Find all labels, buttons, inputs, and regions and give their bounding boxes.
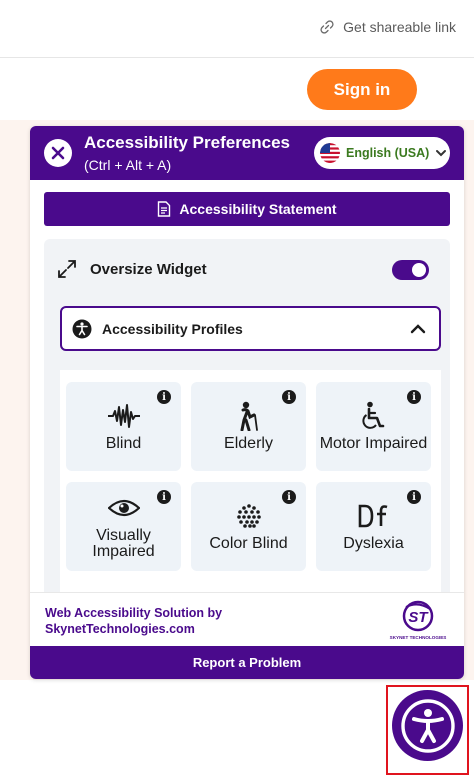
elderly-person-icon [232,401,266,431]
close-icon [51,146,65,160]
info-icon[interactable]: i [282,490,296,504]
brand-line-2: SkynetTechnologies.com [45,622,195,636]
profile-card-visually-impaired[interactable]: Visually Impaired i [66,482,181,571]
link-icon [320,20,334,34]
us-flag-icon [320,143,340,163]
chevron-down-icon [436,150,447,157]
widget-header: Accessibility Preferences (Ctrl + Alt + … [30,126,464,180]
language-label: English (USA) [346,146,430,160]
info-icon[interactable]: i [157,390,171,404]
accessibility-profiles-accordion[interactable]: Accessibility Profiles [60,306,441,351]
color-dots-icon [232,502,266,530]
profile-label: Visually Impaired [92,526,155,560]
brand-footer: Web Accessibility Solution by SkynetTech… [30,592,464,646]
profile-label: Color Blind [209,534,288,552]
oversize-widget-toggle[interactable] [392,260,429,280]
statement-label: Accessibility Statement [179,201,337,217]
wheelchair-icon [357,401,391,430]
profile-card-blind[interactable]: Blind i [66,382,181,471]
waveform-icon [107,402,141,430]
document-icon [158,201,171,217]
profile-label: Elderly [224,434,273,452]
sign-in-button[interactable]: Sign in [307,69,417,110]
share-link-label: Get shareable link [343,19,456,35]
oversize-widget-row: Oversize Widget [56,258,207,280]
share-link[interactable]: Get shareable link [319,19,456,35]
widget-title: Accessibility Preferences [84,133,291,152]
profile-card-motor-impaired[interactable]: Motor Impaired i [316,382,431,471]
chevron-up-icon [410,324,426,334]
oversize-widget-label: Oversize Widget [90,260,207,278]
brand-logo-caption: SKYNET TECHNOLOGIES [390,635,447,640]
expand-icon [58,260,76,278]
profiles-grid: Blind i Elderly i Motor Impaired i Visua… [60,370,441,592]
eye-icon [107,494,141,522]
accessibility-statement-button[interactable]: Accessibility Statement [44,192,450,226]
profiles-label: Accessibility Profiles [102,320,243,337]
info-icon[interactable]: i [282,390,296,404]
page-bottom [0,776,474,784]
profile-label: Blind [105,434,142,452]
accessibility-icon [400,698,455,753]
profile-label: Dyslexia [343,534,404,552]
profile-card-elderly[interactable]: Elderly i [191,382,306,471]
brand-logo-text: ST [408,609,429,626]
report-problem-button[interactable]: Report a Problem [30,646,464,679]
brand-line-1: Web Accessibility Solution by [45,606,223,620]
widget-shortcut: (Ctrl + Alt + A) [84,157,172,173]
top-bar: Get shareable link [0,0,474,58]
close-button[interactable] [44,139,72,167]
df-letters-icon [357,502,391,530]
info-icon[interactable]: i [157,490,171,504]
profile-card-dyslexia[interactable]: Dyslexia i [316,482,431,571]
profile-label: Motor Impaired [319,434,428,452]
info-icon[interactable]: i [407,490,421,504]
skynet-logo: ST SKYNET TECHNOLOGIES [390,600,447,640]
accessibility-icon [72,319,92,338]
profile-card-color-blind[interactable]: Color Blind i [191,482,306,571]
info-icon[interactable]: i [407,390,421,404]
language-selector[interactable]: English (USA) [314,137,450,169]
accessibility-widget: Accessibility Preferences (Ctrl + Alt + … [30,126,464,679]
brand-text[interactable]: Web Accessibility Solution by SkynetTech… [45,605,222,637]
accessibility-launcher-button[interactable] [392,690,463,761]
